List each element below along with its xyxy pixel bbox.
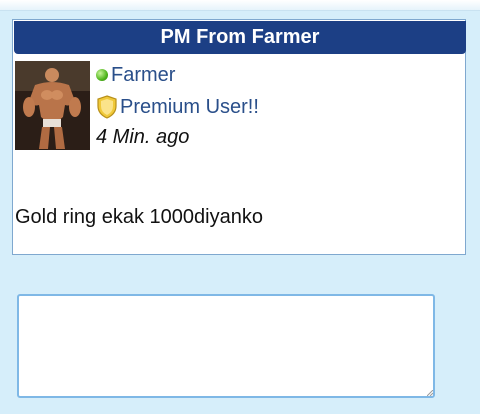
rank-label-link[interactable]: Premium User!!: [120, 96, 259, 119]
top-bar: [0, 0, 480, 11]
message-body: Gold ring ekak 1000diyanko: [15, 206, 263, 228]
sender-line: Farmer: [96, 63, 175, 87]
shield-badge-icon: [97, 95, 117, 119]
bodybuilder-avatar-icon: [15, 61, 90, 150]
sender-name-link[interactable]: Farmer: [111, 64, 175, 87]
rank-line: Premium User!!: [96, 93, 259, 121]
reply-textarea[interactable]: [17, 294, 435, 398]
message-time: 4 Min. ago: [96, 126, 190, 148]
pm-title: PM From Farmer: [14, 21, 466, 54]
online-status-icon: [96, 69, 108, 81]
sender-avatar[interactable]: [15, 61, 90, 150]
private-message-card: PM From Farmer Farmer Premium User!! 4 M…: [12, 19, 466, 255]
resize-grip-icon[interactable]: [427, 390, 433, 396]
